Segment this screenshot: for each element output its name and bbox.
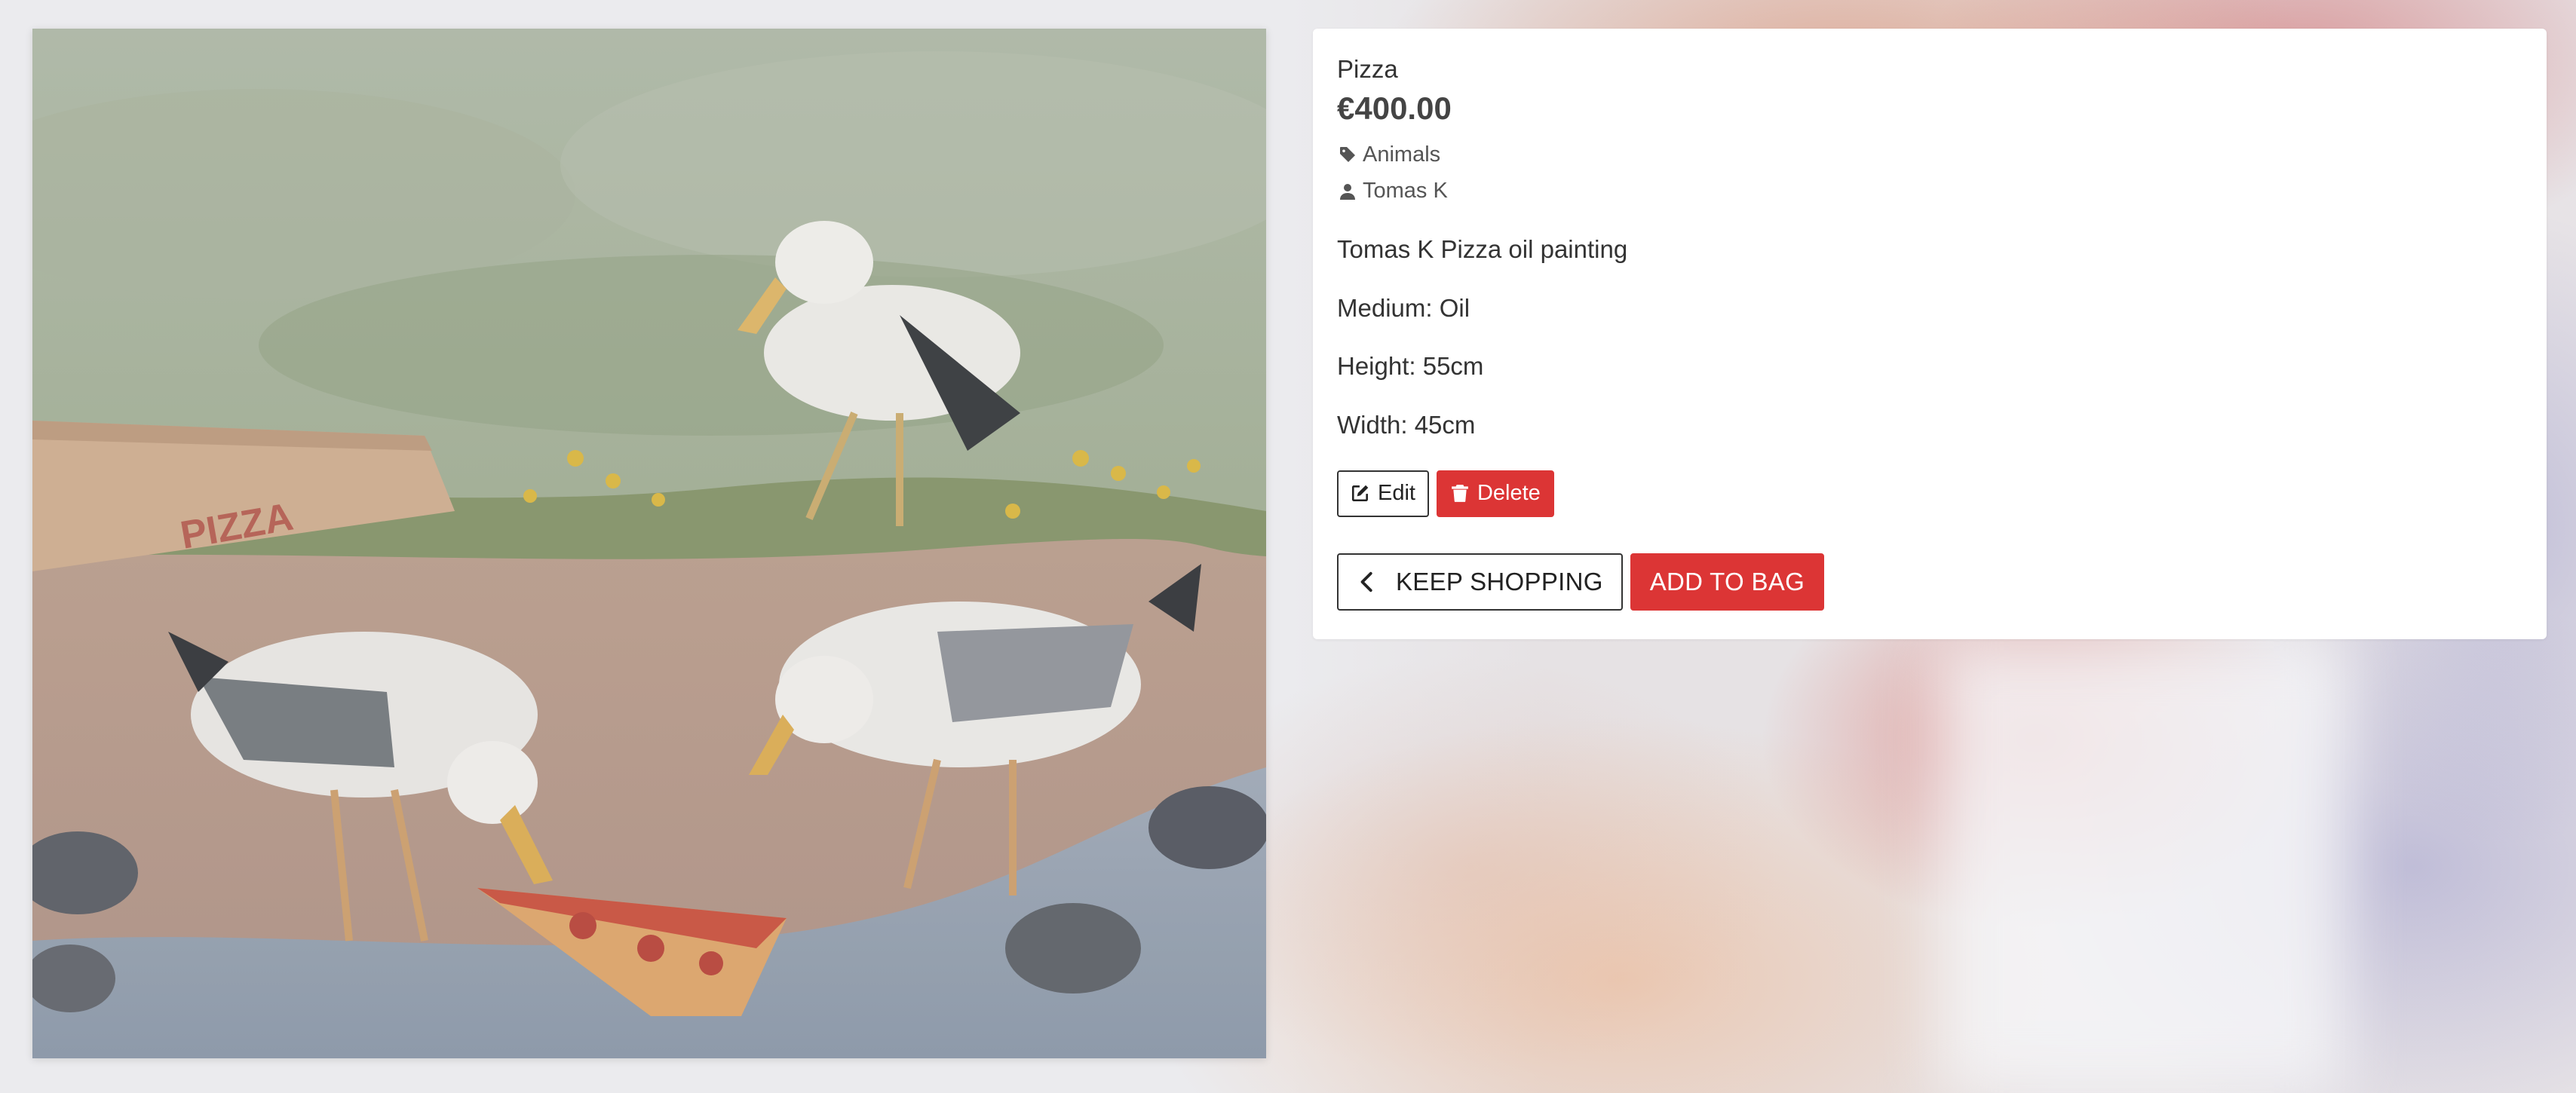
- tag-icon: [1337, 144, 1358, 165]
- product-description: Tomas K Pizza oil painting: [1337, 235, 1628, 264]
- keep-shopping-button[interactable]: KEEP SHOPPING: [1337, 553, 1623, 611]
- product-image: PIZZA: [32, 29, 1266, 1058]
- edit-button[interactable]: Edit: [1337, 470, 1429, 517]
- delete-button[interactable]: Delete: [1436, 470, 1554, 517]
- admin-actions: Edit Delete: [1337, 470, 2522, 517]
- product-category[interactable]: Animals: [1337, 142, 2522, 168]
- product-name: Pizza: [1337, 55, 1398, 83]
- delete-button-label: Delete: [1477, 481, 1541, 506]
- shopping-actions: KEEP SHOPPING ADD TO BAG: [1337, 553, 2522, 611]
- product-artist[interactable]: Tomas K: [1337, 178, 2522, 204]
- edit-button-label: Edit: [1378, 481, 1415, 506]
- product-price: €400.00: [1337, 90, 1452, 126]
- artist-label: Tomas K: [1363, 179, 1448, 204]
- category-label: Animals: [1363, 142, 1441, 167]
- chevron-left-icon: [1357, 571, 1379, 593]
- edit-icon: [1351, 483, 1372, 504]
- product-medium: Medium: Oil: [1337, 293, 1470, 322]
- product-width: Width: 45cm: [1337, 410, 1476, 439]
- trash-icon: [1450, 483, 1471, 504]
- user-icon: [1337, 181, 1358, 202]
- painting-seagulls-pizza: PIZZA: [32, 29, 1266, 1058]
- product-details-card: Pizza €400.00 Animals Tomas K Tomas K Pi…: [1313, 29, 2547, 639]
- add-to-bag-button[interactable]: ADD TO BAG: [1630, 553, 1825, 611]
- add-to-bag-label: ADD TO BAG: [1649, 567, 1805, 595]
- product-height: Height: 55cm: [1337, 352, 1484, 381]
- keep-shopping-label: KEEP SHOPPING: [1396, 567, 1603, 595]
